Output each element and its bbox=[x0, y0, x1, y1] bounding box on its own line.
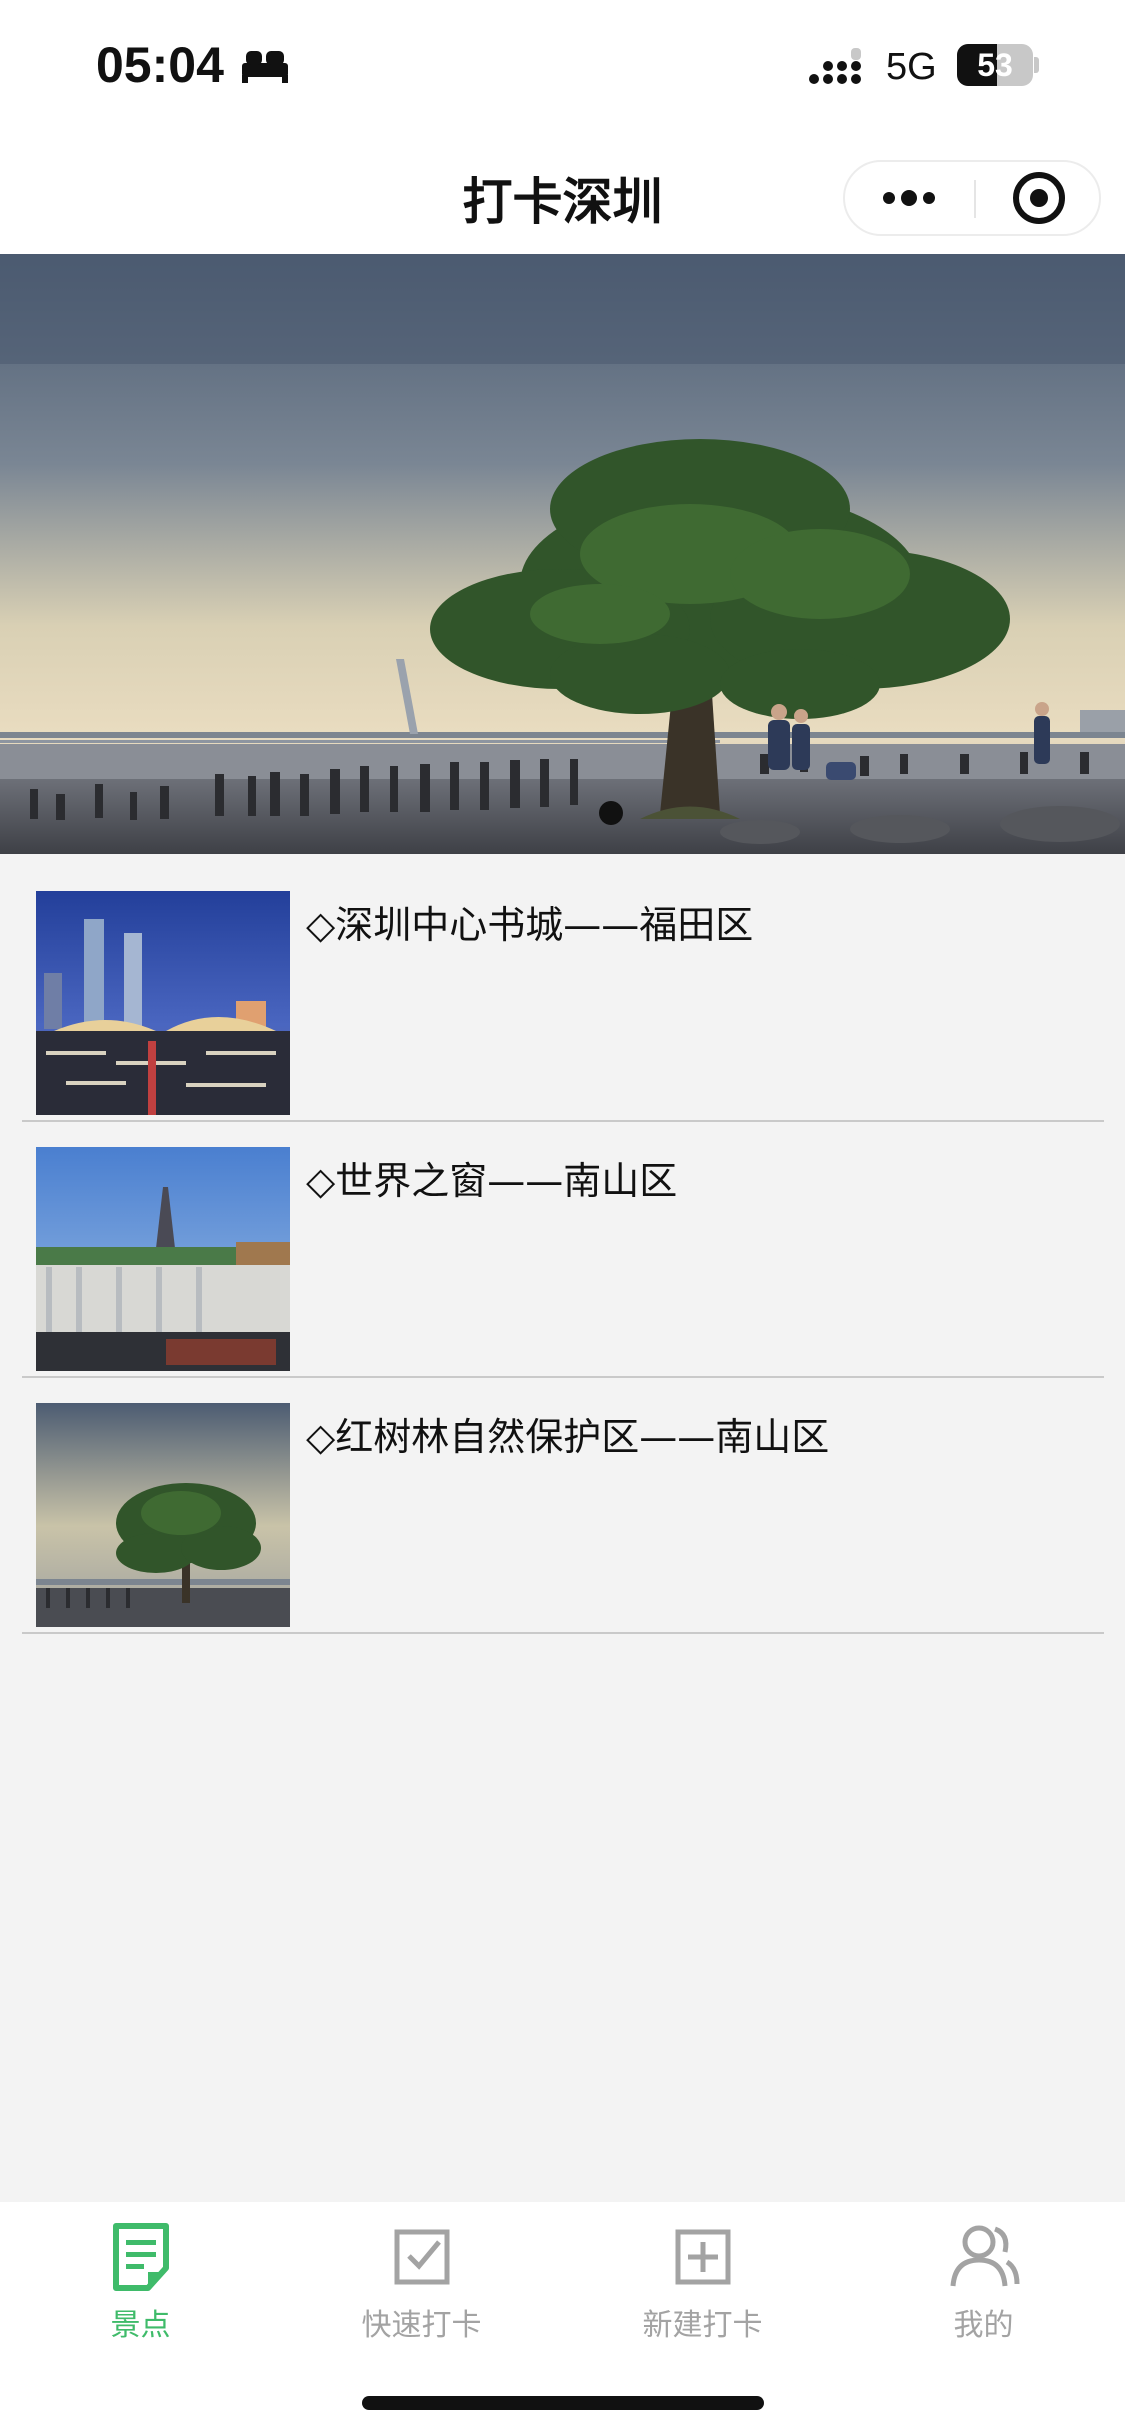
tab-label: 景点 bbox=[110, 2308, 171, 2343]
tab-label: 我的 bbox=[953, 2308, 1014, 2343]
spot-title[interactable]: ◇红树林自然保护区——南山区 bbox=[306, 1406, 829, 1461]
tab-label: 快速打卡 bbox=[361, 2308, 482, 2343]
swiper-indicator-dot[interactable] bbox=[599, 801, 623, 825]
battery-percent: 53 bbox=[977, 47, 1013, 83]
spot-thumbnail[interactable] bbox=[36, 1403, 290, 1627]
signal-icon bbox=[809, 48, 861, 84]
spot-list: ◇深圳中心书城——福田区 ◇世界之窗——南山区 ◇红树林自然保护区——南山区 bbox=[0, 866, 1125, 1634]
spot-item[interactable]: ◇世界之窗——南山区 bbox=[0, 1122, 1125, 1378]
target-close-icon[interactable] bbox=[976, 162, 1101, 234]
spot-thumbnail[interactable] bbox=[36, 891, 290, 1115]
mini-program-capsule bbox=[843, 160, 1101, 236]
tab-mine[interactable]: 我的 bbox=[843, 2220, 1124, 2350]
plus-box-icon bbox=[675, 2229, 730, 2285]
tab-new-checkin[interactable]: 新建打卡 bbox=[562, 2220, 843, 2350]
nav-bar: 打卡深圳 bbox=[0, 132, 1125, 254]
bed-icon bbox=[242, 51, 288, 83]
battery-icon: 53 bbox=[957, 44, 1039, 86]
spot-item[interactable]: ◇深圳中心书城——福田区 bbox=[0, 866, 1125, 1122]
banner-image bbox=[0, 254, 1125, 854]
spot-title[interactable]: ◇世界之窗——南山区 bbox=[306, 1150, 677, 1205]
home-indicator[interactable] bbox=[362, 2396, 764, 2410]
more-dots-icon[interactable] bbox=[845, 162, 973, 234]
tab-quick-checkin[interactable]: 快速打卡 bbox=[281, 2220, 562, 2350]
spot-thumbnail[interactable] bbox=[36, 1147, 290, 1371]
users-icon bbox=[950, 2225, 1019, 2287]
spot-item[interactable]: ◇红树林自然保护区——南山区 bbox=[0, 1378, 1125, 1634]
status-time: 05:04 bbox=[96, 37, 224, 93]
tab-bar: 景点 快速打卡 新建打卡 我的 bbox=[0, 2202, 1125, 2436]
tab-scenic-spots[interactable]: 景点 bbox=[0, 2220, 281, 2350]
status-bar: 05:04 5G 53 bbox=[0, 0, 1125, 132]
spot-title[interactable]: ◇深圳中心书城——福田区 bbox=[306, 894, 753, 949]
banner-swiper[interactable] bbox=[0, 254, 1125, 854]
divider bbox=[22, 1632, 1104, 1634]
note-icon bbox=[112, 2223, 169, 2291]
tab-label: 新建打卡 bbox=[642, 2308, 763, 2343]
checkbox-icon bbox=[394, 2229, 449, 2285]
network-label: 5G bbox=[886, 46, 937, 88]
